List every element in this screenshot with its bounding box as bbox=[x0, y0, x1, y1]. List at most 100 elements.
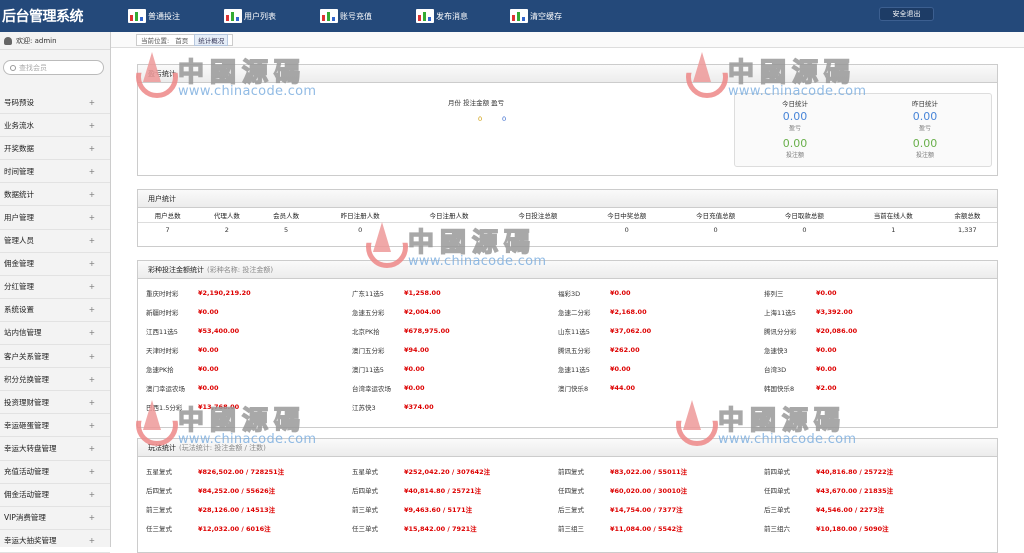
sidebar-item-label: 充值活动管理 bbox=[4, 467, 49, 477]
list-row: 巴西1.5分彩 ¥13,768.00 江苏快3 ¥374.00 bbox=[146, 397, 991, 416]
list-row: 新疆时时彩 ¥0.00 急速五分彩 ¥2,004.00 急速二分彩 ¥2,168.00 上海… bbox=[146, 302, 991, 321]
expand-plus-icon: + bbox=[88, 97, 95, 107]
search-placeholder: 查找会员 bbox=[19, 63, 47, 72]
expand-plus-icon: + bbox=[88, 189, 95, 199]
search-input[interactable]: 查找会员 bbox=[3, 60, 104, 75]
lottery-subtitle: (彩种名称: 投注金额) bbox=[207, 265, 274, 274]
stat-value: ¥262.00 bbox=[610, 345, 640, 354]
breadcrumb-label: 当前位置: bbox=[141, 37, 170, 45]
stat-value: ¥0.00 bbox=[610, 364, 631, 373]
sidebar-item[interactable]: 积分兑换管理 + bbox=[0, 368, 110, 392]
breadcrumb-bar: 当前位置: 首页 统计概况 bbox=[111, 32, 1024, 48]
sidebar-item[interactable]: 业务流水 + bbox=[0, 114, 110, 138]
stat-value: ¥12,032.00 / 6016注 bbox=[198, 524, 271, 533]
stat-value: ¥94.00 bbox=[404, 345, 430, 354]
sidebar-item[interactable]: 站内信管理 + bbox=[0, 322, 110, 346]
stat-item: 天津时时彩 ¥0.00 bbox=[146, 345, 352, 355]
nav-button-label: 账号充值 bbox=[340, 11, 372, 21]
stat-item: 北京PK拾 ¥678,975.00 bbox=[352, 326, 558, 336]
sidebar-item[interactable]: 充值活动管理 + bbox=[0, 461, 110, 484]
sidebar-item-label: 佣金活动管理 bbox=[4, 490, 49, 500]
stat-name: 山东11选5 bbox=[558, 327, 590, 336]
yesterday-bet-label: 投注额 bbox=[915, 152, 934, 159]
stat-value: ¥44.00 bbox=[610, 383, 636, 392]
sidebar-item[interactable]: 投资理财管理 + bbox=[0, 391, 110, 415]
sidebar-item[interactable]: 数据统计 + bbox=[0, 183, 110, 207]
sidebar-item[interactable]: 佣金活动管理 + bbox=[0, 484, 110, 507]
sidebar-item[interactable]: 开奖数据 + bbox=[0, 137, 110, 161]
expand-plus-icon: + bbox=[88, 166, 95, 176]
stat-name: 任四复式 bbox=[558, 486, 584, 495]
nav-button[interactable]: 用户列表 bbox=[224, 8, 276, 24]
nav-button[interactable]: 普通投注 bbox=[128, 8, 180, 24]
list-row: 五星复式 ¥826,502.00 / 728251注 五星单式 ¥252,042.20… bbox=[146, 461, 991, 480]
stat-name: 巴西1.5分彩 bbox=[146, 403, 183, 412]
stat-value: ¥0.00 bbox=[816, 288, 837, 297]
stat-name: 急速11选5 bbox=[558, 365, 590, 374]
logout-button[interactable]: 安全退出 bbox=[879, 7, 934, 21]
expand-plus-icon: + bbox=[88, 328, 95, 338]
stat-item: 澳门五分彩 ¥94.00 bbox=[352, 345, 558, 355]
sidebar-item[interactable]: 幸运大转盘管理 + bbox=[0, 437, 110, 461]
sidebar-item[interactable]: VIP消费管理 + bbox=[0, 507, 110, 530]
stat-name: 后三单式 bbox=[764, 505, 790, 514]
stat-value: ¥43,670.00 / 21835注 bbox=[816, 486, 894, 495]
nav-button[interactable]: 发布消息 bbox=[416, 8, 468, 24]
yesterday-profit: 0.00 bbox=[912, 110, 938, 123]
stat-value: ¥678,975.00 bbox=[404, 326, 450, 335]
stat-value: ¥0.00 bbox=[816, 364, 837, 373]
sidebar-item-label: 积分兑换管理 bbox=[4, 374, 49, 384]
stat-item: 排列三 ¥0.00 bbox=[764, 288, 970, 298]
sidebar-item[interactable]: 用户管理 + bbox=[0, 206, 110, 230]
stat-item: 前三复式 ¥28,126.00 / 14513注 bbox=[146, 504, 352, 514]
cell-value: 5 bbox=[284, 226, 289, 235]
stat-value: ¥14,754.00 / 7377注 bbox=[610, 505, 683, 514]
sidebar-item[interactable]: 号码预设 + bbox=[0, 91, 110, 115]
expand-plus-icon: + bbox=[88, 351, 95, 361]
sidebar-item[interactable]: 客户关系管理 + bbox=[0, 345, 110, 369]
sidebar-item[interactable]: 幸运砸蛋管理 + bbox=[0, 414, 110, 438]
sidebar-item[interactable]: 时间管理 + bbox=[0, 160, 110, 184]
stat-value: ¥53,400.00 bbox=[198, 326, 240, 335]
nav-button-label: 清空缓存 bbox=[530, 11, 562, 21]
stat-item: 急速PK拾 ¥0.00 bbox=[146, 364, 352, 374]
expand-plus-icon: + bbox=[88, 236, 95, 246]
sidebar-item-label: 客户关系管理 bbox=[4, 351, 49, 361]
sidebar-item[interactable]: 分红管理 + bbox=[0, 276, 110, 299]
stat-name: 五星复式 bbox=[146, 467, 172, 476]
stat-item: 任四复式 ¥60,020.00 / 30010注 bbox=[558, 485, 764, 495]
nav-button[interactable]: 清空缓存 bbox=[510, 8, 562, 24]
cell-value: 2 bbox=[224, 226, 229, 235]
stat-name: 前四复式 bbox=[558, 467, 584, 476]
breadcrumb-home[interactable]: 首页 bbox=[175, 35, 188, 45]
column-header: 今日注册人数 bbox=[404, 208, 494, 223]
stat-value: ¥4,546.00 / 2273注 bbox=[816, 505, 885, 514]
stat-item: 任四单式 ¥43,670.00 / 21835注 bbox=[764, 485, 970, 495]
search-icon bbox=[10, 64, 16, 71]
panel-title: 玩法统计 (玩法统计: 投注金额 / 注数) bbox=[138, 439, 997, 457]
stat-value: ¥2,168.00 bbox=[610, 307, 647, 316]
panel-title: 彩种投注金额统计 (彩种名称: 投注金额) bbox=[138, 261, 997, 279]
sidebar-item[interactable]: 系统设置 + bbox=[0, 299, 110, 322]
cell-value: 0 bbox=[358, 226, 363, 235]
chart-icon bbox=[128, 9, 146, 23]
nav-button[interactable]: 账号充值 bbox=[320, 8, 372, 24]
stat-item: 重庆时时彩 ¥2,190,219.20 bbox=[146, 288, 352, 298]
stat-value: ¥0.00 bbox=[610, 288, 631, 297]
profit-table-header: 月份 投注金额 盈亏 bbox=[448, 99, 505, 107]
yesterday-bet: 0.00 bbox=[912, 137, 938, 150]
profit-pl-value: 0 bbox=[502, 115, 507, 123]
stat-value: ¥2,190,219.20 bbox=[198, 288, 251, 297]
sidebar-item[interactable]: 幸运大抽奖管理 + bbox=[0, 530, 110, 553]
list-row: 江西11选5 ¥53,400.00 北京PK拾 ¥678,975.00 山东11选5 ¥3… bbox=[146, 321, 991, 340]
stat-item: 任三复式 ¥12,032.00 / 6016注 bbox=[146, 523, 352, 533]
stat-item: 后三单式 ¥4,546.00 / 2273注 bbox=[764, 504, 970, 514]
stat-item: 山东11选5 ¥37,062.00 bbox=[558, 326, 764, 336]
sidebar-item[interactable]: 管理人员 + bbox=[0, 230, 110, 253]
cell-value bbox=[405, 222, 494, 238]
play-grid: 五星复式 ¥826,502.00 / 728251注 五星单式 ¥252,042.20… bbox=[146, 461, 991, 537]
sidebar-item-label: 站内信管理 bbox=[4, 328, 42, 338]
stat-item: 后四单式 ¥40,814.80 / 25721注 bbox=[352, 485, 558, 495]
column-header: 今日投注总额 bbox=[493, 208, 583, 223]
sidebar-item[interactable]: 佣金管理 + bbox=[0, 253, 110, 276]
